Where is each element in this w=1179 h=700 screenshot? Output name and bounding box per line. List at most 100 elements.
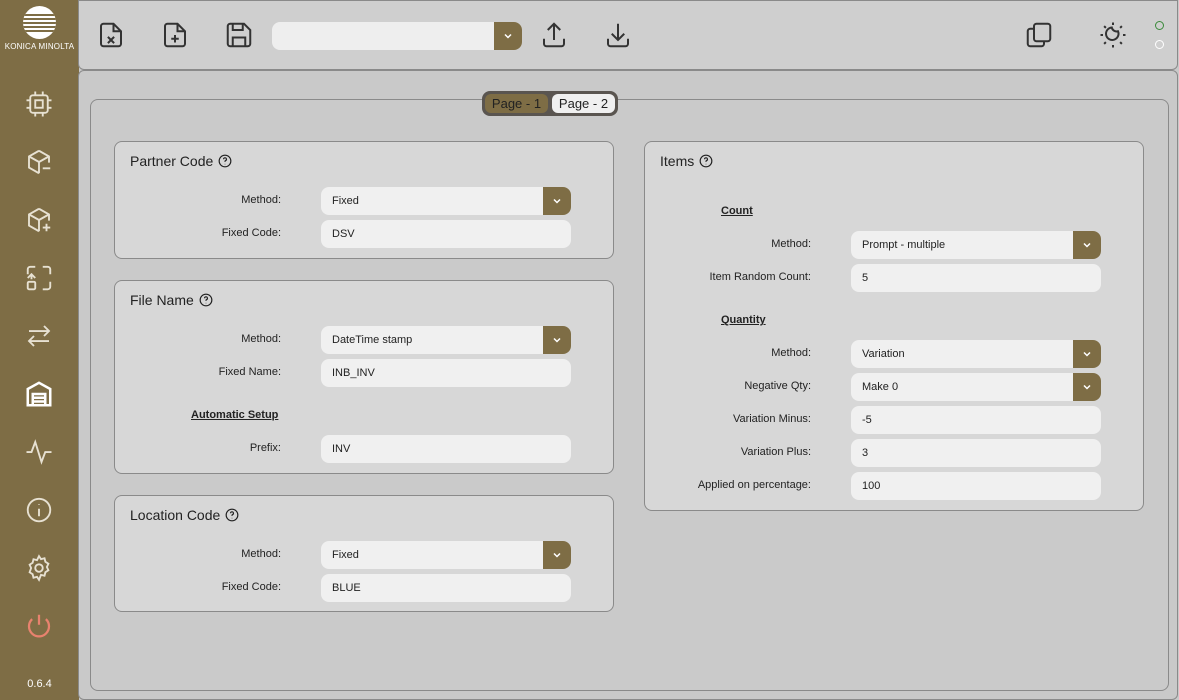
count-method-label: Method:	[771, 238, 811, 250]
location-method-label: Method:	[241, 548, 281, 560]
toolbar	[78, 0, 1178, 70]
file-method-select[interactable]: DateTime stamp	[321, 326, 571, 354]
file-fixed-name-label: Fixed Name:	[218, 366, 281, 378]
file-name-card: File Name Method: DateTime stamp Fixed N…	[114, 280, 614, 474]
package-minus-icon	[28, 149, 51, 175]
status-indicator-online	[1155, 21, 1164, 30]
chevron-down-icon[interactable]	[543, 326, 571, 354]
partner-method-select[interactable]: Fixed	[321, 187, 571, 215]
random-count-label: Item Random Count:	[709, 271, 812, 283]
negative-qty-label: Negative Qty:	[744, 380, 811, 392]
location-fixed-code-input[interactable]: BLUE	[321, 574, 571, 602]
partner-method-label: Method:	[241, 194, 281, 206]
chevron-down-icon[interactable]	[543, 187, 571, 215]
partner-fixed-code-value: DSV	[332, 228, 355, 240]
save-icon	[226, 22, 252, 48]
sidebar-item-warehouse[interactable]	[19, 374, 59, 414]
theme-toggle-icon	[1100, 22, 1126, 48]
partner-fixed-code-label: Fixed Code:	[221, 227, 281, 239]
download-button[interactable]	[600, 17, 636, 53]
move-transfer-icon	[26, 265, 52, 291]
variation-plus-input[interactable]: 3	[851, 439, 1101, 467]
sidebar-item-activity[interactable]	[19, 432, 59, 472]
sidebar-item-transfer[interactable]	[19, 258, 59, 298]
konica-minolta-globe-icon	[23, 6, 56, 39]
help-icon[interactable]	[699, 154, 713, 168]
variation-minus-value: -5	[862, 414, 872, 426]
copy-button[interactable]	[1021, 17, 1057, 53]
upload-icon	[543, 22, 565, 48]
file-fixed-name-value: INB_INV	[332, 367, 375, 379]
new-file-button[interactable]	[157, 17, 193, 53]
status-indicator-offline	[1155, 40, 1164, 49]
sidebar-item-settings[interactable]	[19, 548, 59, 588]
chevron-down-icon[interactable]	[543, 541, 571, 569]
tab-page-1[interactable]: Page - 1	[485, 94, 548, 113]
arrows-exchange-icon	[27, 325, 51, 347]
qty-method-select[interactable]: Variation	[851, 340, 1101, 368]
help-icon[interactable]	[225, 508, 239, 522]
file-method-value: DateTime stamp	[332, 334, 413, 346]
save-button[interactable]	[221, 17, 257, 53]
package-plus-icon	[28, 207, 51, 233]
negative-qty-value: Make 0	[862, 381, 899, 393]
variation-minus-input[interactable]: -5	[851, 406, 1101, 434]
sidebar-item-inbound[interactable]	[19, 200, 59, 240]
variation-plus-value: 3	[862, 447, 869, 459]
cpu-chip-icon	[26, 91, 52, 117]
upload-button[interactable]	[536, 17, 572, 53]
page-tabs: Page - 1 Page - 2	[482, 91, 618, 116]
warehouse-icon	[26, 381, 52, 407]
theme-toggle-button[interactable]	[1095, 17, 1131, 53]
file-prefix-label: Prefix:	[249, 442, 281, 454]
download-icon	[607, 23, 629, 48]
partner-code-title: Partner Code	[130, 153, 214, 169]
tab-page-2[interactable]: Page - 2	[552, 94, 615, 113]
chevron-down-icon[interactable]	[1073, 231, 1101, 259]
items-card: Items Count Method: Prompt - multiple It…	[644, 141, 1144, 511]
copy-icon	[1026, 22, 1052, 48]
sidebar: KONICA MINOLTA 0.6.4	[0, 0, 79, 700]
partner-code-card: Partner Code Method: Fixed Fixed Code: D…	[114, 141, 614, 259]
brand-name: KONICA MINOLTA	[4, 42, 75, 51]
chevron-down-icon[interactable]	[494, 22, 522, 50]
partner-fixed-code-input[interactable]: DSV	[321, 220, 571, 248]
location-fixed-code-value: BLUE	[332, 582, 361, 594]
version-label: 0.6.4	[27, 678, 52, 690]
location-fixed-code-label: Fixed Code:	[221, 581, 281, 593]
random-count-input[interactable]: 5	[851, 264, 1101, 292]
file-fixed-name-input[interactable]: INB_INV	[321, 359, 571, 387]
power-icon	[27, 614, 51, 638]
file-method-label: Method:	[241, 333, 281, 345]
config-select[interactable]	[272, 22, 522, 50]
help-icon[interactable]	[218, 154, 232, 168]
help-icon[interactable]	[199, 293, 213, 307]
applied-percentage-value: 100	[862, 480, 881, 492]
quantity-heading: Quantity	[721, 314, 766, 326]
brand-logo: KONICA MINOLTA	[0, 0, 79, 62]
activity-pulse-icon	[26, 439, 52, 465]
variation-minus-label: Variation Minus:	[732, 413, 811, 425]
file-prefix-input[interactable]: INV	[321, 435, 571, 463]
settings-gear-icon	[28, 554, 50, 582]
qty-method-label: Method:	[771, 347, 811, 359]
file-prefix-value: INV	[332, 443, 351, 455]
negative-qty-select[interactable]: Make 0	[851, 373, 1101, 401]
sidebar-item-devices[interactable]	[19, 84, 59, 124]
file-name-title: File Name	[130, 292, 194, 308]
chevron-down-icon[interactable]	[1073, 340, 1101, 368]
count-method-value: Prompt - multiple	[862, 239, 946, 251]
sidebar-item-info[interactable]	[19, 490, 59, 530]
applied-percentage-input[interactable]: 100	[851, 472, 1101, 500]
file-close-icon	[100, 22, 122, 48]
close-file-button[interactable]	[93, 17, 129, 53]
sidebar-item-power[interactable]	[19, 606, 59, 646]
sidebar-item-exchange[interactable]	[19, 316, 59, 356]
count-method-select[interactable]: Prompt - multiple	[851, 231, 1101, 259]
location-method-select[interactable]: Fixed	[321, 541, 571, 569]
chevron-down-icon[interactable]	[1073, 373, 1101, 401]
location-code-card: Location Code Method: Fixed Fixed Code: …	[114, 495, 614, 612]
sidebar-item-outbound[interactable]	[19, 142, 59, 182]
count-heading: Count	[721, 205, 753, 217]
location-method-value: Fixed	[332, 549, 359, 561]
